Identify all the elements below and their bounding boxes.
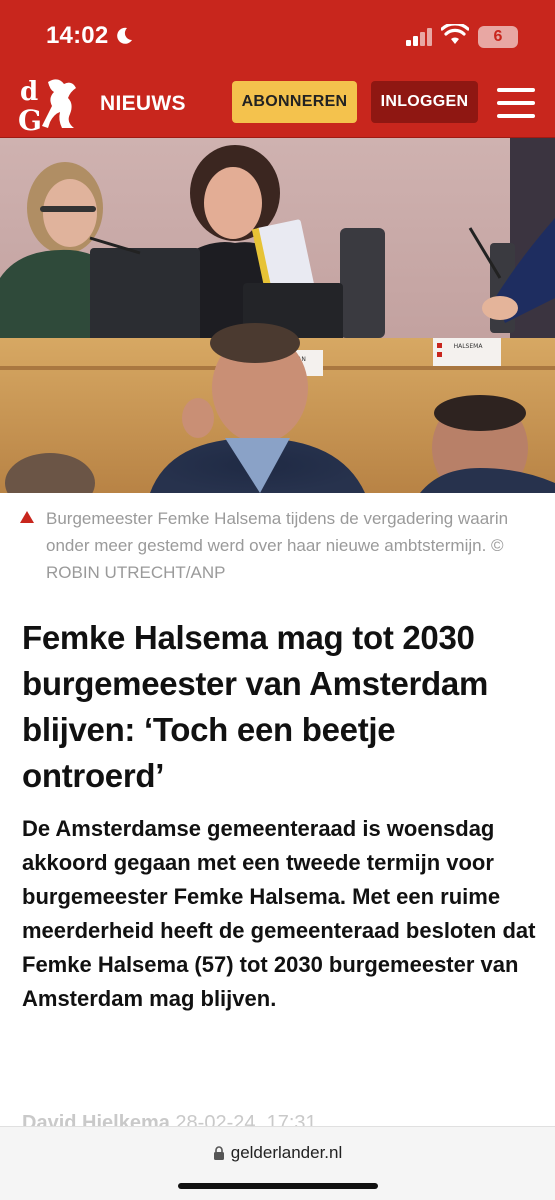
hero-photo: MAN HALSEMA <box>0 138 555 493</box>
browser-address-bar[interactable]: gelderlander.nl <box>0 1126 555 1200</box>
warning-triangle-icon <box>20 511 34 523</box>
status-time: 14:02 <box>46 22 134 50</box>
nameplate-right: HALSEMA <box>454 343 484 350</box>
section-title[interactable]: NIEUWS <box>100 92 186 116</box>
menu-icon[interactable] <box>497 88 535 118</box>
url-display[interactable]: gelderlander.nl <box>0 1143 555 1163</box>
article-headline: Femke Halsema mag tot 2030 burgemeester … <box>22 619 488 794</box>
wifi-icon <box>441 24 469 44</box>
signal-icon <box>406 28 432 46</box>
svg-text:G: G <box>18 104 42 132</box>
home-indicator[interactable] <box>178 1183 378 1189</box>
article-intro: De Amsterdamse gemeenteraad is woensdag … <box>22 816 536 1011</box>
login-button[interactable]: INLOGGEN <box>371 81 478 123</box>
status-bar: 14:02 6 <box>0 0 555 68</box>
battery-icon: 6 <box>478 26 518 48</box>
site-logo[interactable]: d G <box>18 74 82 132</box>
caption-text: Burgemeester Femke Halsema tijdens de ve… <box>46 509 509 582</box>
lock-icon <box>213 1146 224 1160</box>
subscribe-button[interactable]: ABONNEREN <box>232 81 357 123</box>
site-header: d G NIEUWS ABONNEREN INLOGGEN <box>0 68 555 138</box>
time-label: 14:02 <box>46 22 109 49</box>
url-text: gelderlander.nl <box>230 1143 343 1162</box>
svg-text:d: d <box>20 77 38 107</box>
photo-caption: Burgemeester Femke Halsema tijdens de ve… <box>20 505 540 586</box>
photo-scene: MAN HALSEMA <box>0 138 555 493</box>
moon-icon <box>117 27 133 44</box>
